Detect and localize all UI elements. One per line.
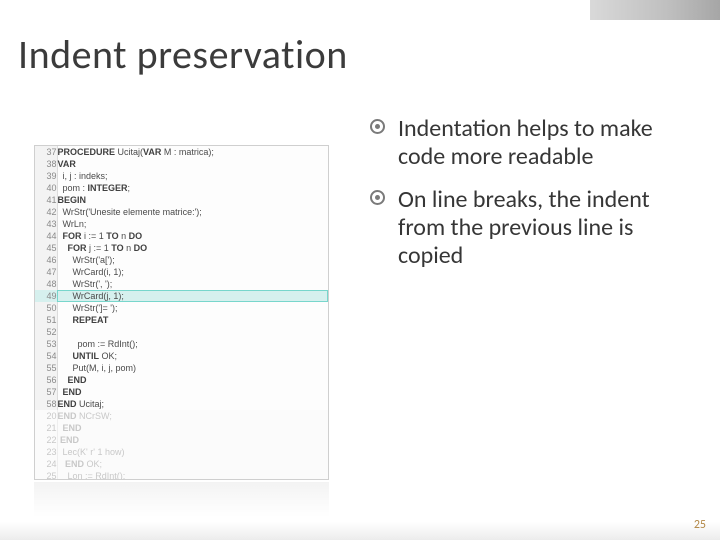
- slide-title: Indent preservation: [18, 30, 348, 79]
- code-text: WrStr('Unesite elemente matrice:');: [57, 206, 328, 218]
- code-text: FOR j := 1 TO n DO: [57, 242, 328, 254]
- code-text: END: [57, 386, 328, 398]
- code-line: 40 pom : INTEGER;: [35, 182, 328, 194]
- code-text: END: [57, 422, 328, 434]
- code-line: 21 END: [35, 422, 328, 434]
- line-number: 45: [35, 242, 57, 254]
- code-text: WrCard(i, 1);: [57, 266, 328, 278]
- line-number: 57: [35, 386, 57, 398]
- line-number: 23: [35, 446, 57, 458]
- line-number: 50: [35, 302, 57, 314]
- code-text: Lon := RdInt();: [57, 470, 328, 479]
- line-number: 52: [35, 326, 57, 338]
- line-number: 20: [35, 410, 57, 422]
- code-line: 52: [35, 326, 328, 338]
- code-text: pom := RdInt();: [57, 338, 328, 350]
- code-line: 25 Lon := RdInt();: [35, 470, 328, 479]
- code-line: 58END Ucitaj;: [35, 398, 328, 410]
- line-number: 21: [35, 422, 57, 434]
- code-text: END: [57, 434, 328, 446]
- code-text: VAR: [57, 158, 328, 170]
- code-text: BEGIN: [57, 194, 328, 206]
- code-text: i, j : indeks;: [57, 170, 328, 182]
- bullet-text: On line breaks, the indent from the prev…: [398, 185, 650, 271]
- code-text: END Ucitaj;: [57, 398, 328, 410]
- code-text: pom : INTEGER;: [57, 182, 328, 194]
- code-line: 56 END: [35, 374, 328, 386]
- bottom-gradient: [0, 522, 720, 540]
- code-text: [57, 326, 328, 338]
- bullet-item: On line breaks, the indent from the prev…: [370, 186, 690, 271]
- code-panel: 37PROCEDURE Ucitaj(VAR M : matrica);38VA…: [34, 145, 329, 480]
- line-number: 25: [35, 470, 57, 479]
- line-number: 39: [35, 170, 57, 182]
- line-number: 48: [35, 278, 57, 290]
- code-line: 53 pom := RdInt();: [35, 338, 328, 350]
- accent-strip: [590, 0, 720, 20]
- code-text: WrStr('a[');: [57, 254, 328, 266]
- line-number: 40: [35, 182, 57, 194]
- bullet-icon: [370, 119, 385, 134]
- line-number: 46: [35, 254, 57, 266]
- code-line: 24 END OK;: [35, 458, 328, 470]
- code-line: 23 Lec(K' r' 1 how): [35, 446, 328, 458]
- code-line: 54 UNTIL OK;: [35, 350, 328, 362]
- code-text: END: [57, 374, 328, 386]
- code-line: 55 Put(M, i, j, pom): [35, 362, 328, 374]
- line-number: 41: [35, 194, 57, 206]
- line-number: 47: [35, 266, 57, 278]
- code-line: 22 END: [35, 434, 328, 446]
- line-number: 24: [35, 458, 57, 470]
- code-line: 39 i, j : indeks;: [35, 170, 328, 182]
- line-number: 44: [35, 230, 57, 242]
- code-text: Put(M, i, j, pom): [57, 362, 328, 374]
- line-number: 42: [35, 206, 57, 218]
- code-text: FOR i := 1 TO n DO: [57, 230, 328, 242]
- code-line: 49 WrCard(j, 1);: [35, 290, 328, 302]
- line-number: 55: [35, 362, 57, 374]
- code-text: WrLn;: [57, 218, 328, 230]
- bullet-list: Indentation helps to make code more read…: [370, 115, 690, 285]
- code-panel-inner: 37PROCEDURE Ucitaj(VAR M : matrica);38VA…: [35, 146, 328, 479]
- line-number: 56: [35, 374, 57, 386]
- code-line: 20END NCrSW;: [35, 410, 328, 422]
- code-table: 37PROCEDURE Ucitaj(VAR M : matrica);38VA…: [35, 146, 328, 479]
- code-line: 48 WrStr(', ');: [35, 278, 328, 290]
- code-line: 46 WrStr('a[');: [35, 254, 328, 266]
- code-line: 51 REPEAT: [35, 314, 328, 326]
- code-line: 45 FOR j := 1 TO n DO: [35, 242, 328, 254]
- line-number: 37: [35, 146, 57, 158]
- code-text: Lec(K' r' 1 how): [57, 446, 328, 458]
- code-text: WrStr(']= ');: [57, 302, 328, 314]
- code-text: WrStr(', ');: [57, 278, 328, 290]
- slide: Indent preservation 37PROCEDURE Ucitaj(V…: [0, 0, 720, 540]
- line-number: 58: [35, 398, 57, 410]
- line-number: 53: [35, 338, 57, 350]
- line-number: 38: [35, 158, 57, 170]
- line-number: 54: [35, 350, 57, 362]
- code-line: 38VAR: [35, 158, 328, 170]
- code-line: 41BEGIN: [35, 194, 328, 206]
- page-number: 25: [694, 518, 706, 532]
- code-line: 50 WrStr(']= ');: [35, 302, 328, 314]
- bullet-text: Indentation helps to make code more read…: [398, 114, 653, 171]
- code-line: 43 WrLn;: [35, 218, 328, 230]
- code-text: REPEAT: [57, 314, 328, 326]
- code-text: WrCard(j, 1);: [57, 290, 328, 302]
- code-text: END NCrSW;: [57, 410, 328, 422]
- code-line: 44 FOR i := 1 TO n DO: [35, 230, 328, 242]
- code-line: 47 WrCard(i, 1);: [35, 266, 328, 278]
- line-number: 22: [35, 434, 57, 446]
- code-line: 42 WrStr('Unesite elemente matrice:');: [35, 206, 328, 218]
- code-text: UNTIL OK;: [57, 350, 328, 362]
- code-line: 37PROCEDURE Ucitaj(VAR M : matrica);: [35, 146, 328, 158]
- bullet-item: Indentation helps to make code more read…: [370, 115, 690, 172]
- code-text: PROCEDURE Ucitaj(VAR M : matrica);: [57, 146, 328, 158]
- code-line: 57 END: [35, 386, 328, 398]
- line-number: 49: [35, 290, 57, 302]
- line-number: 51: [35, 314, 57, 326]
- line-number: 43: [35, 218, 57, 230]
- bullet-icon: [370, 190, 385, 205]
- code-text: END OK;: [57, 458, 328, 470]
